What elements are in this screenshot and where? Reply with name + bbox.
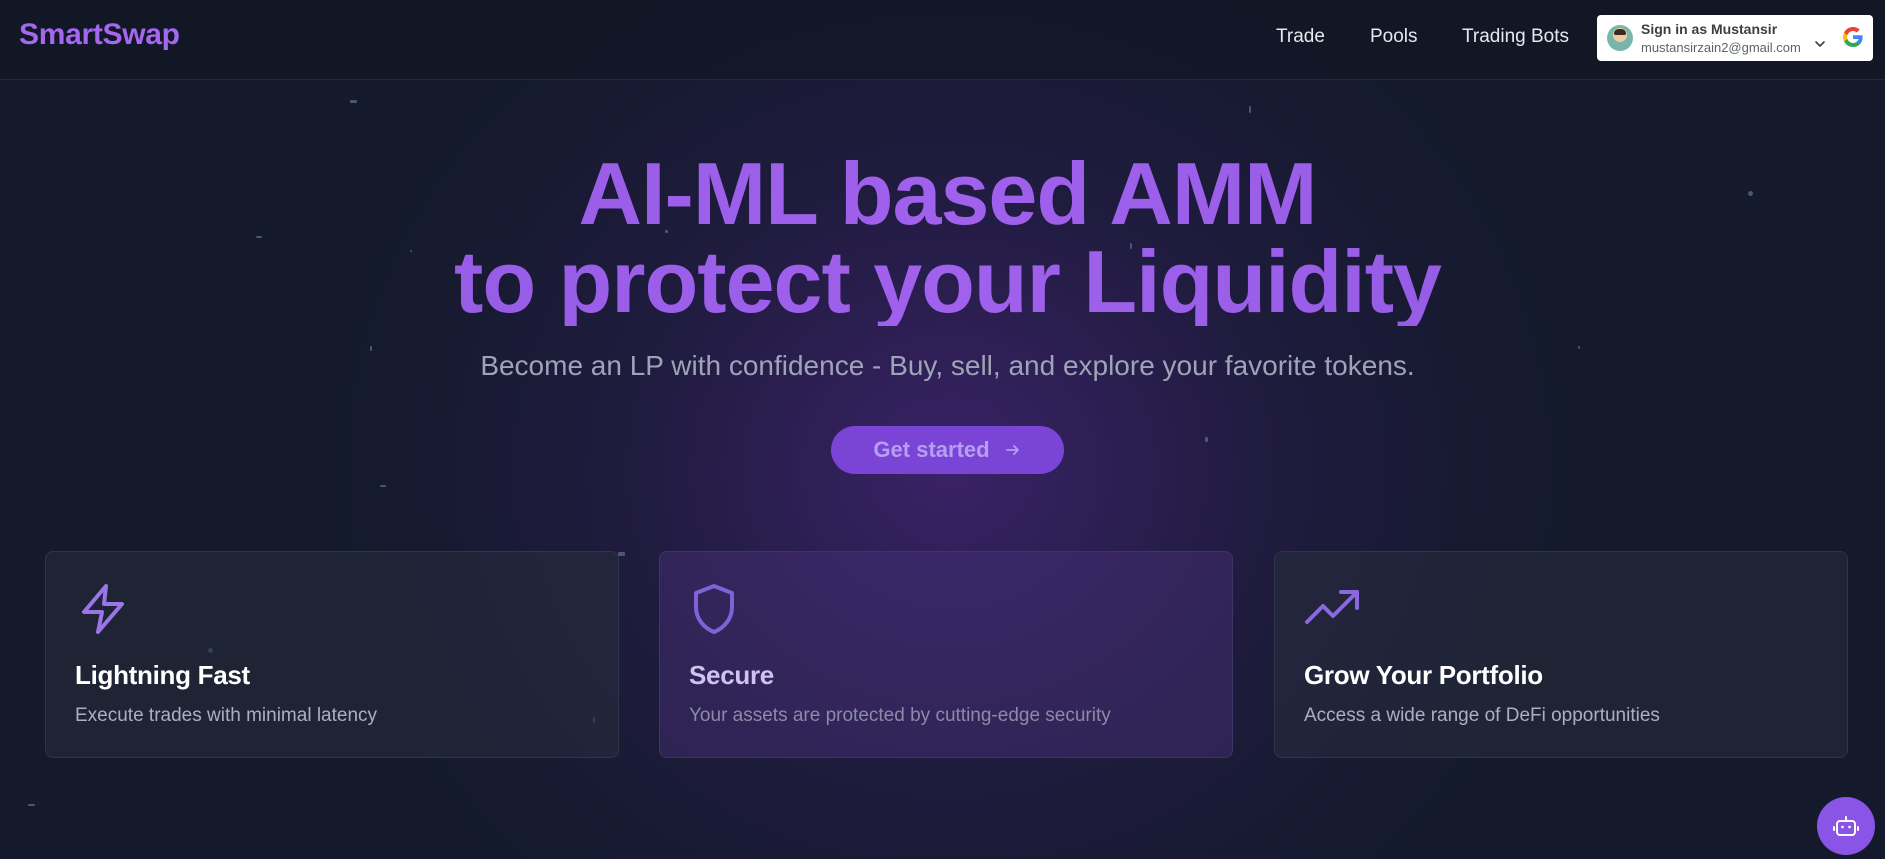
feature-desc: Your assets are protected by cutting-edg… [689,705,1111,726]
chevron-down-icon[interactable] [1813,37,1827,51]
particle [1249,106,1251,113]
feature-card-secure: Secure Your assets are protected by cutt… [659,551,1233,758]
signin-name: Sign in as Mustansir [1641,21,1778,37]
feature-card-grow-portfolio: Grow Your Portfolio Access a wide range … [1274,551,1848,758]
feature-title: Grow Your Portfolio [1304,660,1543,690]
nav-trading-bots[interactable]: Trading Bots [1462,26,1569,48]
hero-title-line1: AI-ML based AMM [578,144,1317,243]
hero-title-line2: to protect your Liquidity [454,232,1441,331]
arrow-right-icon [1005,445,1019,455]
particle [618,552,625,556]
trending-up-icon [1305,590,1359,624]
page: SmartSwap Trade Pools Trading Bots Sign … [0,0,1885,859]
feature-title: Secure [689,660,774,690]
particle [1205,437,1208,442]
get-started-label: Get started [873,437,990,462]
particle [380,485,386,487]
feature-title: Lightning Fast [75,660,250,690]
feature-desc: Access a wide range of DeFi opportunitie… [1304,705,1660,726]
robot-icon [1833,816,1859,836]
avatar [1607,25,1633,51]
feature-desc: Execute trades with minimal latency [75,705,378,726]
get-started-button[interactable]: Get started [831,426,1064,474]
google-signin-button[interactable]: Sign in as Mustansir mustansirzain2@gmai… [1597,15,1873,61]
top-navbar: SmartSwap Trade Pools Trading Bots Sign … [0,0,1885,80]
shield-icon [694,584,734,634]
nav-pools[interactable]: Pools [1370,26,1418,48]
hero-title: AI-ML based AMM to protect your Liquidit… [0,150,1885,326]
chatbot-button[interactable] [1817,797,1875,855]
hero-subtitle: Become an LP with confidence - Buy, sell… [480,350,1415,381]
particle [28,804,35,806]
nav-trade[interactable]: Trade [1276,26,1325,48]
feature-card-lightning-fast: Lightning Fast Execute trades with minim… [45,551,619,758]
google-logo-icon [1843,27,1863,47]
particle [350,100,357,103]
particle [1578,346,1580,349]
logo[interactable]: SmartSwap [19,18,180,52]
signin-email: mustansirzain2@gmail.com [1641,40,1801,55]
lightning-icon [82,584,124,634]
